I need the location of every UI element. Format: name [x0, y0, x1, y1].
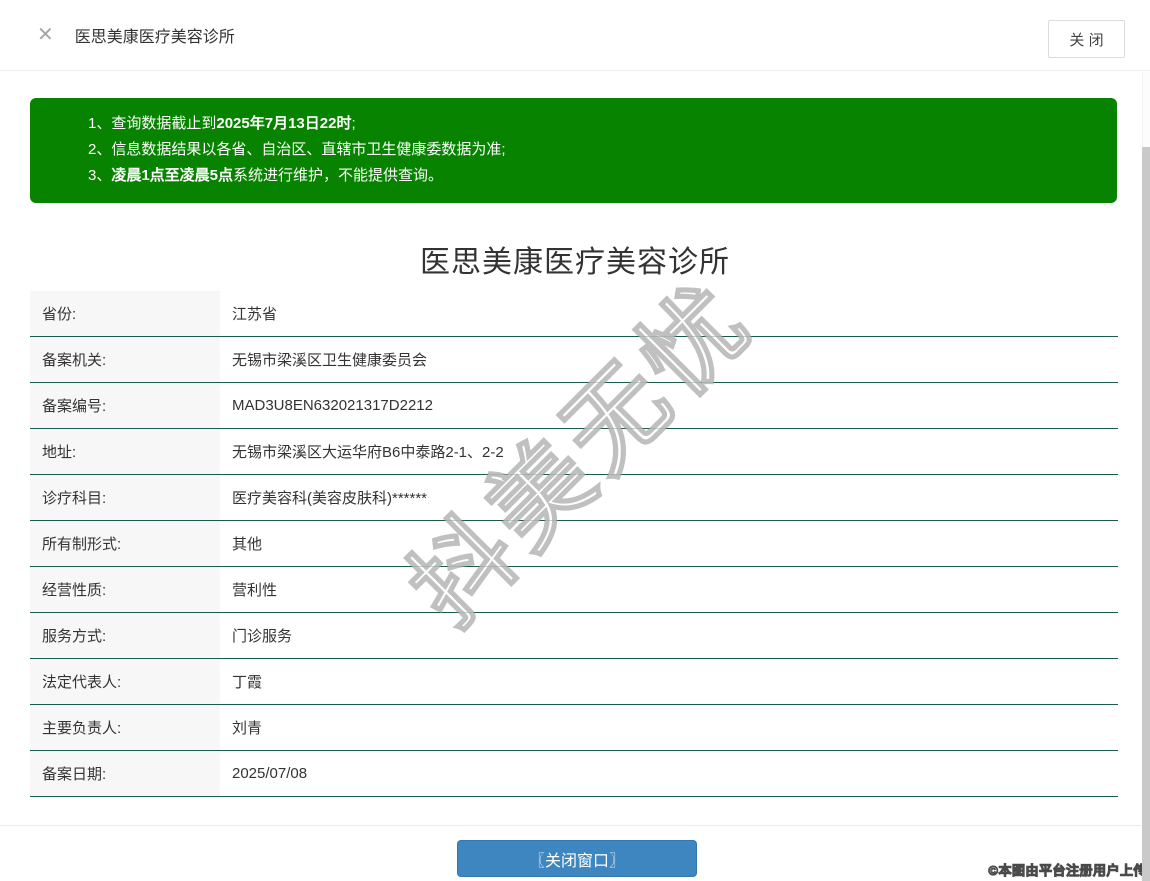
- row-label: 地址:: [30, 429, 220, 474]
- table-row: 经营性质: 营利性: [30, 567, 1118, 613]
- row-value: MAD3U8EN632021317D2212: [220, 383, 1118, 428]
- row-label: 备案编号:: [30, 383, 220, 428]
- table-row: 备案机关: 无锡市梁溪区卫生健康委员会: [30, 337, 1118, 383]
- clinic-title: 医思美康医疗美容诊所: [420, 246, 730, 279]
- footer-divider: [0, 825, 1150, 826]
- notice-text-segment: 2025年7月13日22时: [216, 115, 352, 132]
- table-row: 诊疗科目: 医疗美容科(美容皮肤科)******: [30, 475, 1118, 521]
- page-header-title: 医思美康医疗美容诊所: [74, 29, 235, 46]
- scrollbar-thumb[interactable]: [1142, 147, 1150, 881]
- close-button[interactable]: 关 闭: [1048, 20, 1125, 58]
- row-label: 主要负责人:: [30, 705, 220, 750]
- table-row: 服务方式: 门诊服务: [30, 613, 1118, 659]
- close-window-button[interactable]: 〖关闭窗口〗: [457, 840, 697, 877]
- row-label: 服务方式:: [30, 613, 220, 658]
- header: ✕ 医思美康医疗美容诊所 关 闭: [0, 0, 1150, 71]
- notice-line-number: 1、: [88, 115, 112, 132]
- close-icon[interactable]: ✕: [37, 25, 54, 45]
- notice-line: 2、信息数据结果以各省、自治区、直辖市卫生健康委数据为准;: [88, 137, 1097, 163]
- row-value: 丁霞: [220, 659, 1118, 704]
- scrollbar-track[interactable]: [1142, 72, 1150, 881]
- table-row: 所有制形式: 其他: [30, 521, 1118, 567]
- row-value: 2025/07/08: [220, 751, 1118, 796]
- row-value: 医疗美容科(美容皮肤科)******: [220, 475, 1118, 520]
- table-row: 法定代表人: 丁霞: [30, 659, 1118, 705]
- table-row: 省份: 江苏省: [30, 291, 1118, 337]
- table-row: 备案编号: MAD3U8EN632021317D2212: [30, 383, 1118, 429]
- notice-text-segment: 系统进行维护，不能提供查询。: [233, 167, 444, 184]
- popup-window: ✕ 医思美康医疗美容诊所 关 闭 1、查询数据截止到2025年7月13日22时;…: [0, 0, 1150, 881]
- notice-banner: 1、查询数据截止到2025年7月13日22时; 2、信息数据结果以各省、自治区、直…: [30, 98, 1117, 203]
- table-row: 地址: 无锡市梁溪区大运华府B6中泰路2-1、2-2: [30, 429, 1118, 475]
- row-value: 无锡市梁溪区卫生健康委员会: [220, 337, 1118, 382]
- row-label: 法定代表人:: [30, 659, 220, 704]
- row-value: 刘青: [220, 705, 1118, 750]
- upload-credit: ©本图由平台注册用户上传: [988, 863, 1147, 879]
- notice-text-segment: 凌晨1点至凌晨5点: [111, 167, 234, 184]
- row-value: 江苏省: [220, 291, 1118, 336]
- notice-line-number: 2、: [88, 141, 112, 158]
- table-row: 主要负责人: 刘青: [30, 705, 1118, 751]
- notice-line: 1、查询数据截止到2025年7月13日22时;: [88, 111, 1097, 137]
- row-label: 所有制形式:: [30, 521, 220, 566]
- row-label: 省份:: [30, 291, 220, 336]
- row-value: 营利性: [220, 567, 1118, 612]
- row-value: 无锡市梁溪区大运华府B6中泰路2-1、2-2: [220, 429, 1118, 474]
- table-row: 备案日期: 2025/07/08: [30, 751, 1118, 797]
- info-table: 省份: 江苏省 备案机关: 无锡市梁溪区卫生健康委员会 备案编号: MAD3U8EN632…: [30, 291, 1118, 797]
- row-value: 门诊服务: [220, 613, 1118, 658]
- row-label: 经营性质:: [30, 567, 220, 612]
- row-label: 备案日期:: [30, 751, 220, 796]
- notice-text-segment: ;: [351, 115, 356, 132]
- notice-line: 3、凌晨1点至凌晨5点系统进行维护，不能提供查询。: [88, 163, 1097, 189]
- notice-text-segment: 信息数据结果以各省、自治区、直辖市卫生健康委数据为准;: [111, 141, 506, 158]
- row-label: 诊疗科目:: [30, 475, 220, 520]
- notice-text-segment: 查询数据截止到: [111, 115, 217, 132]
- row-label: 备案机关:: [30, 337, 220, 382]
- row-value: 其他: [220, 521, 1118, 566]
- notice-line-number: 3、: [88, 167, 112, 184]
